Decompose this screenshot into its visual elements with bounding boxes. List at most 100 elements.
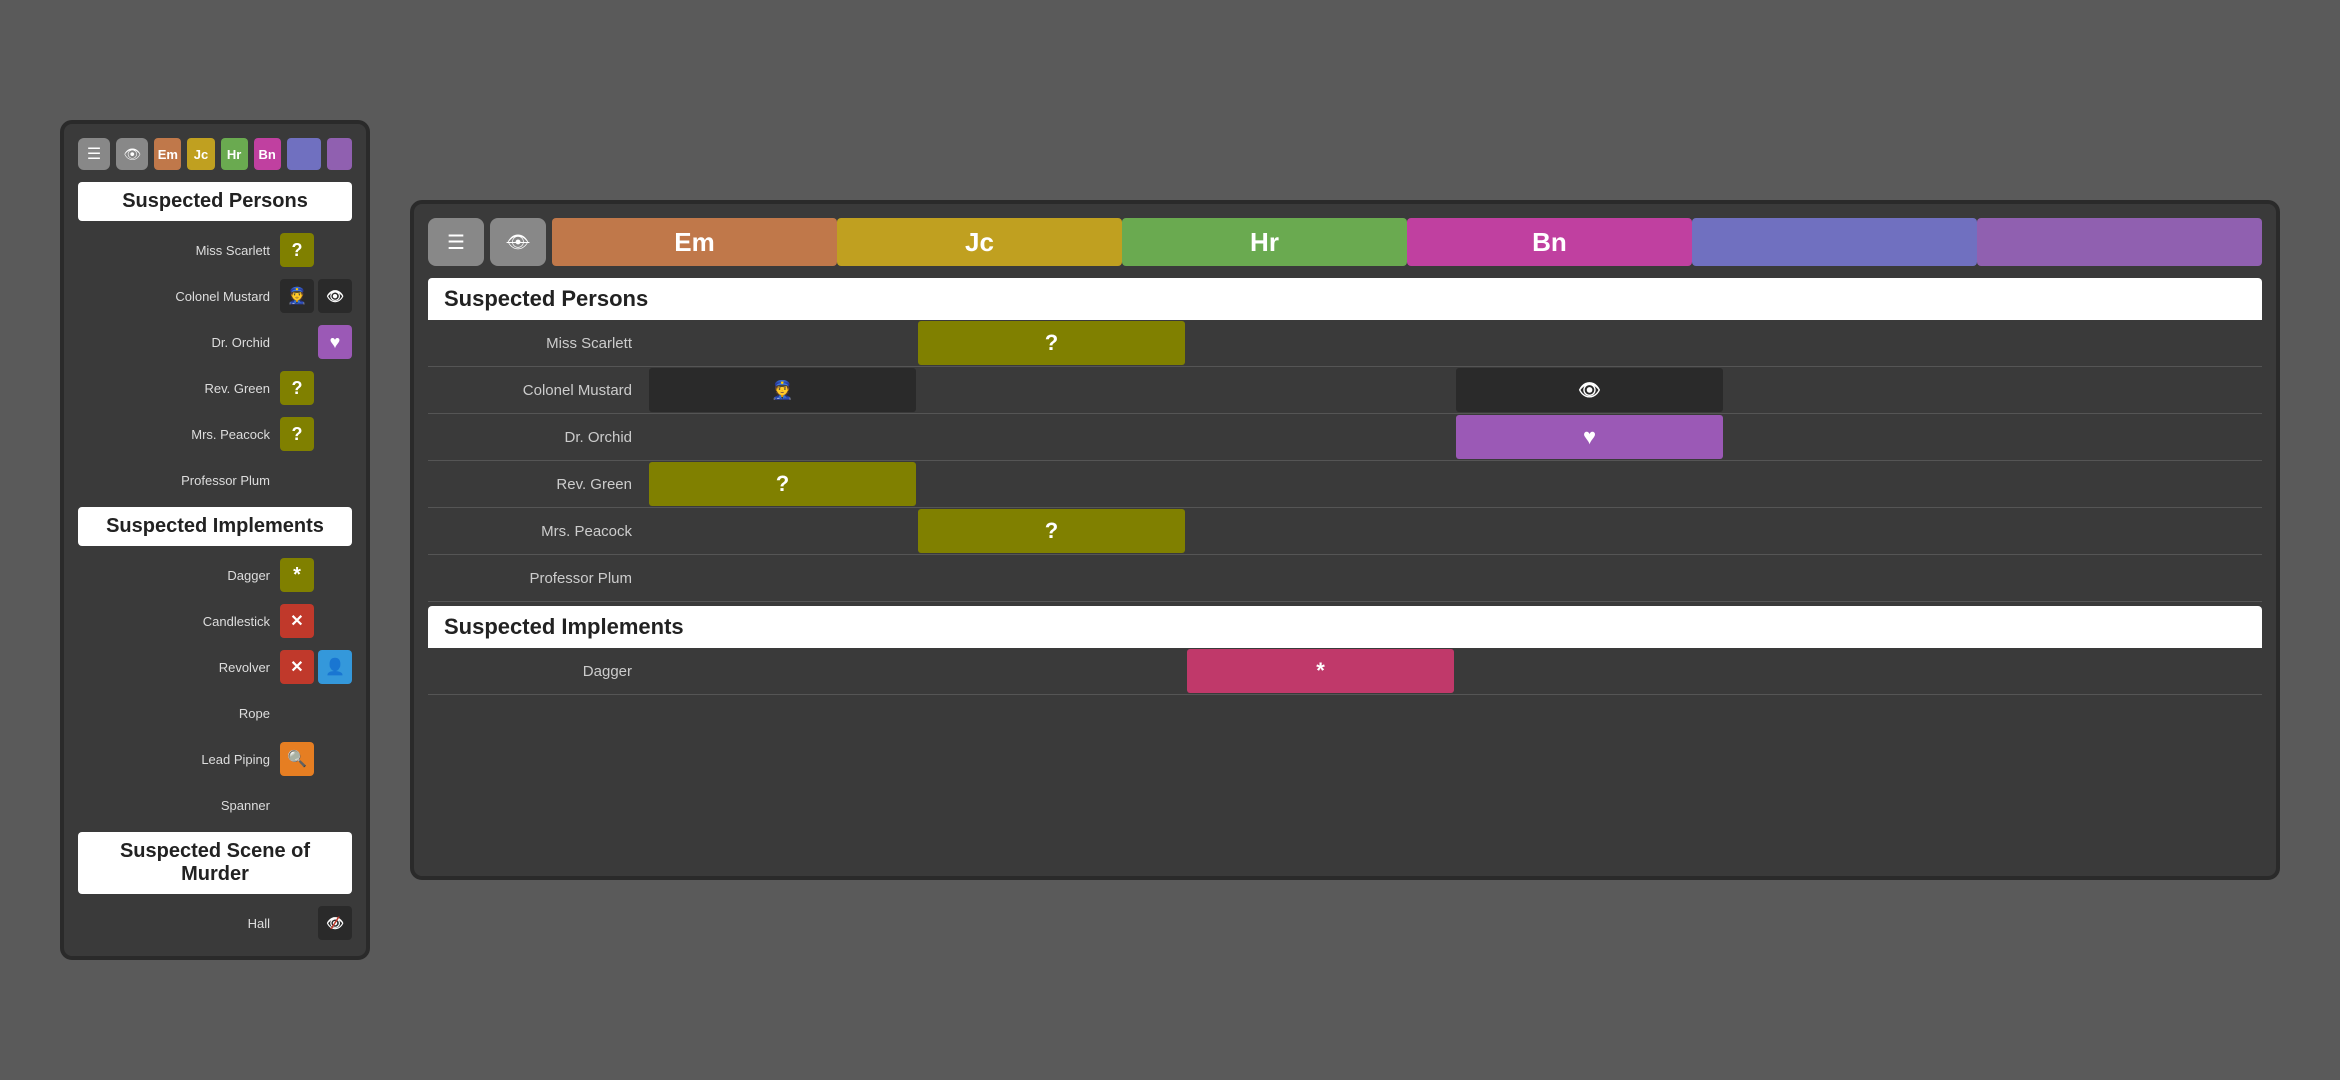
right-cell-pp-1[interactable] (649, 556, 916, 600)
right-cell-dag-5[interactable] (1725, 649, 1992, 693)
right-cell-ms-4[interactable] (1456, 321, 1723, 365)
right-cell-pp-5[interactable] (1725, 556, 1992, 600)
right-implements-header: Suspected Implements (428, 606, 2262, 648)
right-cell-do-2[interactable] (918, 415, 1185, 459)
left-cell-ms-question[interactable]: ? (280, 233, 314, 267)
right-cell-rg-6[interactable] (1994, 462, 2261, 506)
right-cell-rg-2[interactable] (918, 462, 1185, 506)
left-row-rope: Rope (78, 694, 352, 732)
right-cell-cm-5[interactable] (1725, 368, 1992, 412)
left-scene-header: Suspected Scene of Murder (78, 832, 352, 894)
player-tab-hr[interactable]: Hr (221, 138, 248, 170)
right-grid: Suspected Persons Miss Scarlett ? Colone… (428, 278, 2262, 862)
player-tab-bn[interactable]: Bn (254, 138, 281, 170)
player-tab-p5[interactable] (287, 138, 321, 170)
left-cell-do-heart[interactable]: ♥ (318, 325, 352, 359)
left-toolbar: ☰ 👁 Em Jc Hr Bn (78, 138, 352, 170)
left-cell-cm-ghost[interactable]: 👮 (280, 279, 314, 313)
right-cell-mp-4[interactable] (1456, 509, 1723, 553)
left-cell-revolver-cross[interactable]: ✕ (280, 650, 314, 684)
right-cell-pp-4[interactable] (1456, 556, 1723, 600)
right-cell-cm-4[interactable]: 👁 (1456, 368, 1723, 412)
right-panel: ☰ 👁 Em Jc Hr Bn Suspected Persons Miss S… (410, 200, 2280, 880)
left-cell-mp-empty (318, 417, 352, 451)
left-label-candlestick: Candlestick (78, 614, 276, 629)
right-cell-ms-3[interactable] (1187, 321, 1454, 365)
right-player-tab-p6[interactable] (1977, 218, 2262, 266)
right-cell-cm-6[interactable] (1994, 368, 2261, 412)
left-cell-rg-question[interactable]: ? (280, 371, 314, 405)
right-player-tab-jc[interactable]: Jc (837, 218, 1122, 266)
left-cell-cm-eye[interactable]: 👁 (318, 279, 352, 313)
right-label-colonel-mustard: Colonel Mustard (428, 382, 648, 399)
right-player-tab-p5[interactable] (1692, 218, 1977, 266)
left-cell-hall-eye-slash[interactable]: 👁∕ (318, 906, 352, 940)
left-persons-header: Suspected Persons (78, 182, 352, 221)
left-label-miss-scarlett: Miss Scarlett (78, 243, 276, 258)
right-player-tab-bn[interactable]: Bn (1407, 218, 1692, 266)
right-cell-cm-1[interactable]: 👮 (649, 368, 916, 412)
right-cell-mp-5[interactable] (1725, 509, 1992, 553)
right-cell-ms-1[interactable] (649, 321, 916, 365)
left-cell-rope-empty1 (280, 696, 314, 730)
right-cell-dag-3[interactable]: * (1187, 649, 1454, 693)
right-cell-ms-5[interactable] (1725, 321, 1992, 365)
right-cell-rg-3[interactable] (1187, 462, 1454, 506)
right-cell-dag-4[interactable] (1456, 649, 1723, 693)
right-cell-ms-6[interactable] (1994, 321, 2261, 365)
right-cell-do-6[interactable] (1994, 415, 2261, 459)
left-cell-dagger-asterisk[interactable]: * (280, 558, 314, 592)
right-cell-dag-6[interactable] (1994, 649, 2261, 693)
right-cell-do-3[interactable] (1187, 415, 1454, 459)
right-cell-cm-2[interactable] (918, 368, 1185, 412)
right-player-tabs: Em Jc Hr Bn (552, 218, 2262, 266)
left-cell-pp-empty1 (280, 463, 314, 497)
left-cell-pp-empty2 (318, 463, 352, 497)
left-cell-mp-question[interactable]: ? (280, 417, 314, 451)
right-cell-mp-3[interactable] (1187, 509, 1454, 553)
right-cell-pp-2[interactable] (918, 556, 1185, 600)
left-row-candlestick: Candlestick ✕ (78, 602, 352, 640)
player-tab-jc[interactable]: Jc (187, 138, 214, 170)
right-label-mrs-peacock: Mrs. Peacock (428, 523, 648, 540)
left-menu-button[interactable]: ☰ (78, 138, 110, 170)
right-cell-do-1[interactable] (649, 415, 916, 459)
right-cell-mp-6[interactable] (1994, 509, 2261, 553)
right-eye-button[interactable]: 👁 (490, 218, 546, 266)
right-cell-mp-2[interactable]: ? (918, 509, 1185, 553)
right-cell-pp-3[interactable] (1187, 556, 1454, 600)
right-cell-mp-1[interactable] (649, 509, 916, 553)
right-player-tab-hr[interactable]: Hr (1122, 218, 1407, 266)
right-cell-rg-5[interactable] (1725, 462, 1992, 506)
right-cell-dag-2[interactable] (918, 649, 1185, 693)
player-tab-em[interactable]: Em (154, 138, 181, 170)
right-cell-cm-3[interactable] (1187, 368, 1454, 412)
left-row-professor-plum: Professor Plum (78, 461, 352, 499)
right-cell-pp-6[interactable] (1994, 556, 2261, 600)
left-label-hall: Hall (78, 916, 276, 931)
right-cell-rg-4[interactable] (1456, 462, 1723, 506)
right-cell-ms-2[interactable]: ? (918, 321, 1185, 365)
right-cell-rg-1[interactable]: ? (649, 462, 916, 506)
left-row-dr-orchid: Dr. Orchid ♥ (78, 323, 352, 361)
right-label-rev-green: Rev. Green (428, 476, 648, 493)
right-cell-do-4[interactable]: ♥ (1456, 415, 1723, 459)
left-cell-lead-search[interactable]: 🔍 (280, 742, 314, 776)
right-cells-miss-scarlett: ? (648, 320, 2262, 366)
player-tab-p6[interactable] (327, 138, 352, 170)
right-cell-dag-1[interactable] (649, 649, 916, 693)
right-player-tab-em[interactable]: Em (552, 218, 837, 266)
left-eye-button[interactable]: 👁 (116, 138, 148, 170)
right-label-professor-plum: Professor Plum (428, 570, 648, 587)
left-cell-revolver-person[interactable]: 👤 (318, 650, 352, 684)
left-label-spanner: Spanner (78, 798, 276, 813)
left-cell-spanner-empty2 (318, 788, 352, 822)
left-label-colonel-mustard: Colonel Mustard (78, 289, 276, 304)
left-cell-candlestick-cross[interactable]: ✕ (280, 604, 314, 638)
right-cells-colonel-mustard: 👮 👁 (648, 367, 2262, 413)
right-menu-button[interactable]: ☰ (428, 218, 484, 266)
left-row-revolver: Revolver ✕ 👤 (78, 648, 352, 686)
right-cell-do-5[interactable] (1725, 415, 1992, 459)
left-cell-rope-empty2 (318, 696, 352, 730)
right-cells-dr-orchid: ♥ (648, 414, 2262, 460)
